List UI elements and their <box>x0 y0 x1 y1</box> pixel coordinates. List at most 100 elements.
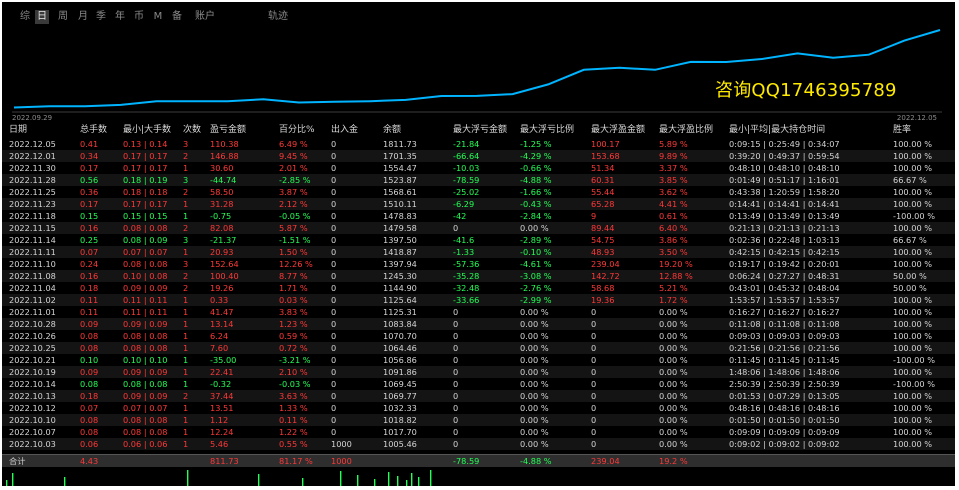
table-row[interactable]: 2022.10.10 0.08 0.08 | 0.08 1 1.12 0.11 % 0 101… <box>2 414 955 426</box>
table-cell: -1.33 <box>453 247 475 257</box>
table-row[interactable]: 2022.11.25 0.36 0.18 | 0.18 2 58.50 3.87 % 0 15… <box>2 186 955 198</box>
table-cell: -10.03 <box>453 163 480 173</box>
table-row[interactable]: 2022.11.18 0.15 0.15 | 0.15 1 -0.75 -0.05 % 0 1… <box>2 210 955 222</box>
table-cell: 2022.11.25 <box>9 187 56 197</box>
table-row[interactable]: 2022.11.11 0.07 0.07 | 0.07 1 20.93 1.50 % 0 14… <box>2 246 955 258</box>
table-row[interactable]: 2022.11.04 0.18 0.09 | 0.09 2 19.26 1.71 % 0 11… <box>2 282 955 294</box>
table-row[interactable]: 2022.11.30 0.17 0.17 | 0.17 1 30.60 2.01 % 0 15… <box>2 162 955 174</box>
table-cell: 0.00 % <box>520 439 549 449</box>
table-cell: 9.89 % <box>659 151 688 161</box>
table-cell: 0 <box>331 355 337 365</box>
table-cell: 0 <box>331 343 337 353</box>
table-cell: 0 <box>331 331 337 341</box>
table-cell: 2022.10.07 <box>9 427 56 437</box>
table-cell: 1479.58 <box>383 223 417 233</box>
table-cell: 0 <box>331 139 337 149</box>
table-row[interactable]: 2022.11.02 0.11 0.11 | 0.11 1 0.33 0.03 % 0 112… <box>2 294 955 306</box>
table-cell: 0.07 <box>80 247 99 257</box>
table-cell: 8.77 % <box>279 271 308 281</box>
table-row[interactable]: 2022.10.14 0.08 0.08 | 0.08 1 -0.32 -0.03 % 0 1… <box>2 378 955 390</box>
table-cell: 1056.86 <box>383 355 417 365</box>
table-cell: 0 <box>591 355 597 365</box>
table-row[interactable]: 2022.11.15 0.16 0.08 | 0.08 2 82.08 5.87 % 0 14… <box>2 222 955 234</box>
header-cell[interactable]: 余额 <box>383 122 401 138</box>
table-cell: 50.00 % <box>893 271 927 281</box>
table-row[interactable]: 2022.12.05 0.41 0.13 | 0.14 3 110.38 6.49 % 0 1… <box>2 138 955 150</box>
table-row[interactable]: 2022.11.28 0.56 0.18 | 0.19 3 -44.74 -2.85 % 0… <box>2 174 955 186</box>
table-cell: -25.02 <box>453 187 480 197</box>
total-cell: -78.59 <box>453 456 480 466</box>
table-cell: 0.00 % <box>659 331 688 341</box>
table-cell: 1005.46 <box>383 439 417 449</box>
table-row[interactable]: 2022.11.23 0.17 0.17 | 0.17 1 31.28 2.12 % 0 15… <box>2 198 955 210</box>
table-cell: 100.00 % <box>893 391 933 401</box>
table-cell: 12.26 % <box>279 259 313 269</box>
table-cell: 0 <box>453 403 459 413</box>
table-cell: 0.09 | 0.09 <box>123 367 168 377</box>
header-cell[interactable]: 最小|大手数 <box>123 122 171 138</box>
table-cell: 0 <box>331 403 337 413</box>
header-cell[interactable]: 出入金 <box>331 122 358 138</box>
table-cell: 0:01:50 | 0:01:50 | 0:01:50 <box>729 415 840 425</box>
table-cell: 0.09 | 0.09 <box>123 319 168 329</box>
header-cell[interactable]: 总手数 <box>80 122 107 138</box>
table-cell: 2022.11.23 <box>9 199 56 209</box>
table-cell: 0 <box>453 367 459 377</box>
table-row[interactable]: 2022.10.12 0.07 0.07 | 0.07 1 13.51 1.33 % 0 10… <box>2 402 955 414</box>
table-cell: -44.74 <box>210 175 237 185</box>
header-cell[interactable]: 最大浮亏金额 <box>453 122 507 138</box>
header-cell[interactable]: 最大浮亏比例 <box>520 122 574 138</box>
header-cell[interactable]: 最大浮盈金额 <box>591 122 645 138</box>
table-cell: 100.00 % <box>893 439 933 449</box>
table-row[interactable]: 2022.11.01 0.11 0.11 | 0.11 1 41.47 3.83 % 0 11… <box>2 306 955 318</box>
table-cell: 0.59 % <box>279 331 308 341</box>
table-cell: 100.00 % <box>893 247 933 257</box>
table-row[interactable]: 2022.10.07 0.08 0.08 | 0.08 1 12.24 1.22 % 0 10… <box>2 426 955 438</box>
header-cell[interactable]: 最大浮盈比例 <box>659 122 713 138</box>
table-cell: 2022.11.01 <box>9 307 56 317</box>
table-cell: 100.00 % <box>893 427 933 437</box>
table-cell: 0 <box>331 379 337 389</box>
table-row[interactable]: 2022.10.26 0.08 0.08 | 0.08 1 6.24 0.59 % 0 107… <box>2 330 955 342</box>
table-cell: 0.09 | 0.09 <box>123 283 168 293</box>
table-cell: 30.60 <box>210 163 234 173</box>
table-row[interactable]: 2022.10.28 0.09 0.09 | 0.09 1 13.14 1.23 % 0 10… <box>2 318 955 330</box>
table-cell: 1032.33 <box>383 403 417 413</box>
header-cell[interactable]: 胜率 <box>893 122 911 138</box>
table-cell: 0 <box>453 319 459 329</box>
table-cell: 0 <box>331 271 337 281</box>
header-cell[interactable]: 次数 <box>183 122 201 138</box>
table-cell: -100.00 % <box>893 355 935 365</box>
table-cell: 0.08 | 0.08 <box>123 331 168 341</box>
table-cell: 0.17 | 0.17 <box>123 163 168 173</box>
table-cell: 0.17 | 0.17 <box>123 151 168 161</box>
table-cell: 9.45 % <box>279 151 308 161</box>
table-cell: 0 <box>591 343 597 353</box>
table-row[interactable]: 2022.12.01 0.34 0.17 | 0.17 2 146.88 9.45 % 0 1… <box>2 150 955 162</box>
table-cell: 1083.84 <box>383 319 417 329</box>
header-cell[interactable]: 最小|平均|最大持仓时间 <box>729 122 825 138</box>
table-cell: 100.40 <box>210 271 239 281</box>
header-cell[interactable]: 百分比% <box>279 122 315 138</box>
table-cell: 0:42:15 | 0:42:15 | 0:42:15 <box>729 247 840 257</box>
table-row[interactable]: 2022.10.25 0.08 0.08 | 0.08 1 7.60 0.72 % 0 106… <box>2 342 955 354</box>
table-row[interactable]: 2022.11.08 0.16 0.10 | 0.08 2 100.40 8.77 % 0 1… <box>2 270 955 282</box>
table-row[interactable]: 2022.10.21 0.10 0.10 | 0.10 1 -35.00 -3.21 % 0… <box>2 354 955 366</box>
table-cell: 2022.11.08 <box>9 271 56 281</box>
table-cell: 0 <box>591 415 597 425</box>
table-row[interactable]: 2022.11.10 0.24 0.08 | 0.08 3 152.64 12.26 % 0… <box>2 258 955 270</box>
header-cell[interactable]: 日期 <box>9 122 27 138</box>
table-cell: 3.86 % <box>659 235 688 245</box>
table-row[interactable]: 2022.10.19 0.09 0.09 | 0.09 1 22.41 2.10 % 0 10… <box>2 366 955 378</box>
table-cell: -1.66 % <box>520 187 552 197</box>
header-cell[interactable]: 盈亏金额 <box>210 122 246 138</box>
table-row[interactable]: 2022.10.13 0.18 0.09 | 0.09 2 37.44 3.63 % 0 10… <box>2 390 955 402</box>
table-cell: 0.33 <box>210 295 229 305</box>
table-row[interactable]: 2022.11.14 0.25 0.08 | 0.09 3 -21.37 -1.51 % 0… <box>2 234 955 246</box>
table-cell: 0.08 <box>80 343 99 353</box>
table-cell: 2022.11.11 <box>9 247 56 257</box>
table-row[interactable]: 2022.10.03 0.06 0.06 | 0.06 1 5.46 0.55 % 1000… <box>2 438 955 450</box>
table-cell: 0 <box>331 211 337 221</box>
table-cell: 100.00 % <box>893 319 933 329</box>
table-cell: 19.26 <box>210 283 234 293</box>
